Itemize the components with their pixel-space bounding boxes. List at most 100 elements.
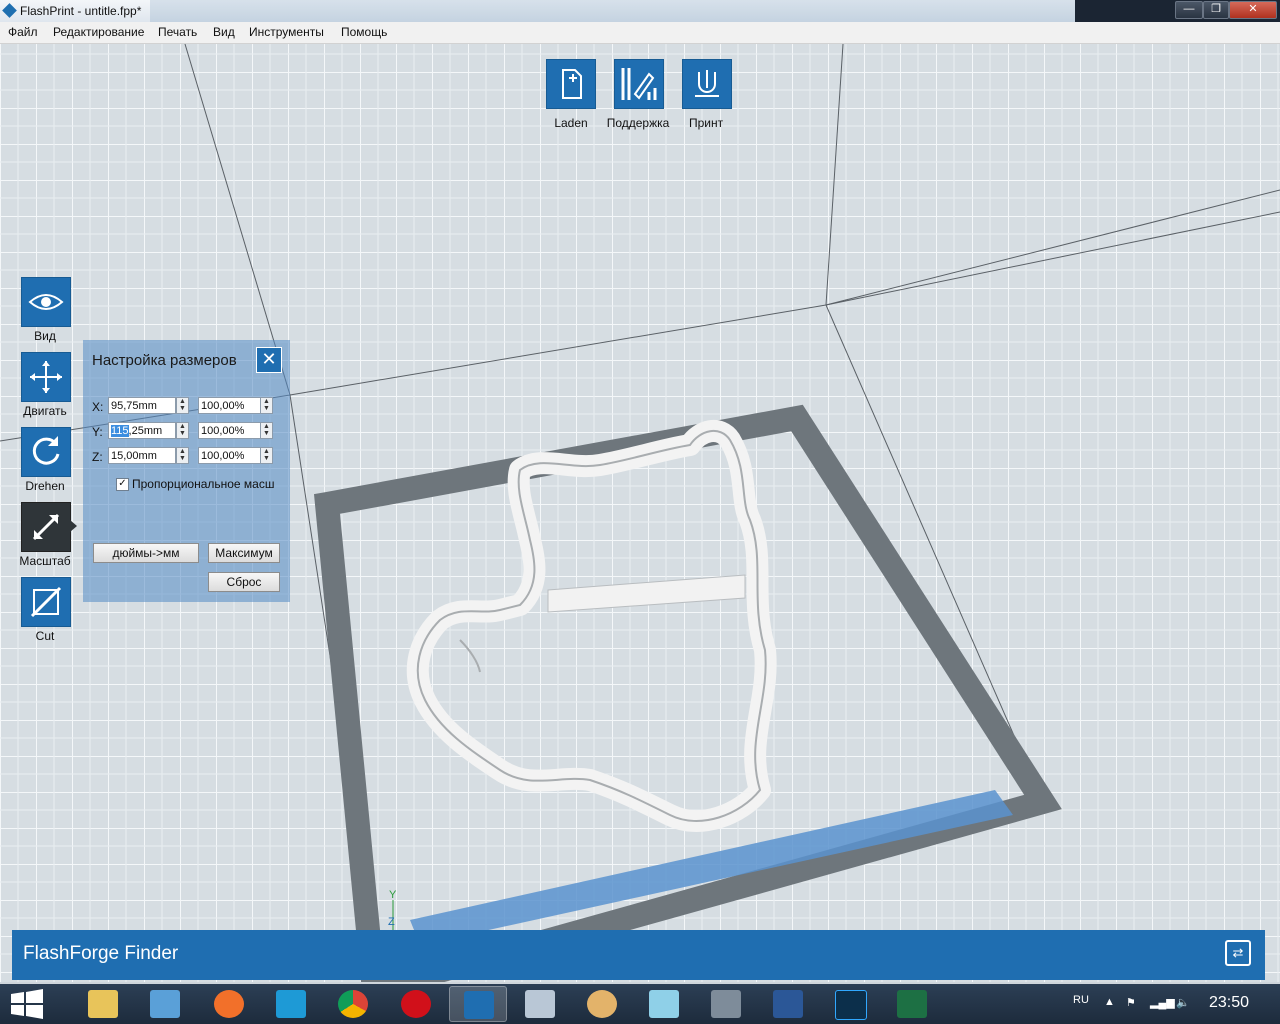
scale-dialog-title: Настройка размеров [92, 352, 237, 369]
axis-x-label: X: [92, 400, 104, 414]
cut-tool-button[interactable] [21, 577, 71, 627]
minimize-button[interactable]: — [1175, 1, 1203, 19]
notepad-icon [649, 990, 679, 1018]
rotate-icon [32, 436, 60, 465]
menu-edit[interactable]: Редактирование [53, 25, 144, 39]
size-z-field[interactable]: 15,00mm [108, 447, 176, 464]
load-button[interactable] [546, 59, 596, 109]
taskbar-file-explorer[interactable] [74, 986, 132, 1022]
percent-x-stepper[interactable]: ▲ ▼ [260, 397, 273, 414]
eye-icon [28, 294, 64, 310]
close-icon: ✕ [261, 349, 277, 369]
taskbar-origin[interactable] [200, 986, 258, 1022]
printer-status-bar: FlashForge Finder ⇄ [12, 930, 1265, 980]
flashprint-icon [464, 991, 494, 1019]
taskbar-opera[interactable] [387, 986, 445, 1022]
taskbar-chrome[interactable] [324, 986, 382, 1022]
view-tool-button[interactable] [21, 277, 71, 327]
flashprint-app-icon [2, 3, 17, 18]
language-indicator[interactable]: RU [1073, 994, 1089, 1006]
percent-z-stepper[interactable]: ▲ ▼ [260, 447, 273, 464]
close-button[interactable]: ✕ [1229, 1, 1277, 19]
menu-bar: Файл Редактирование Печать Вид Инструмен… [0, 22, 1280, 44]
axis-z-label: Z [388, 916, 395, 928]
print-label: Принт [688, 116, 724, 130]
reset-button[interactable]: Сброс [208, 572, 280, 592]
axis-y-label: Y [389, 889, 397, 901]
media-player-icon [150, 990, 180, 1018]
axis-y-row-label: Y: [92, 425, 103, 439]
taskbar-media-player[interactable] [136, 986, 194, 1022]
taskbar-remote-desktop[interactable] [697, 986, 755, 1022]
percent-y-stepper[interactable]: ▲ ▼ [260, 422, 273, 439]
taskbar-excel[interactable] [883, 986, 941, 1022]
size-y-field[interactable]: 115,25mm [108, 422, 176, 439]
support-icon [621, 68, 657, 100]
active-tool-pointer-icon [70, 520, 77, 532]
taskbar-word[interactable] [759, 986, 817, 1022]
size-y-selection: 115 [111, 425, 129, 437]
taskbar-notepad[interactable] [635, 986, 693, 1022]
menu-file[interactable]: Файл [8, 25, 38, 39]
chrome-icon [338, 990, 368, 1018]
menu-tools[interactable]: Инструменты [249, 25, 324, 39]
taskbar-photoshop[interactable] [821, 986, 879, 1022]
show-hidden-icons-icon[interactable]: ▲ [1104, 996, 1115, 1008]
scale-dialog: Настройка размеров ✕ X: 95,75mm ▲ ▼ 100,0… [83, 340, 290, 602]
print-icon [695, 70, 719, 97]
scale-icon [32, 513, 60, 541]
taskbar-ccleaner[interactable] [262, 986, 320, 1022]
taskbar-calculator[interactable] [511, 986, 569, 1022]
volume-icon[interactable]: 🔈 [1176, 996, 1190, 1009]
photoshop-icon [835, 990, 867, 1020]
size-y-stepper[interactable]: ▲ ▼ [176, 422, 189, 439]
size-y-rest: ,25mm [128, 425, 163, 437]
axis-z-row-label: Z: [92, 450, 103, 464]
network-signal-icon[interactable]: ▂▄▆ [1150, 996, 1175, 1009]
connect-printer-icon[interactable]: ⇄ [1225, 940, 1251, 966]
percent-x-field[interactable]: 100,00% [198, 397, 261, 414]
size-x-field[interactable]: 95,75mm [108, 397, 176, 414]
ccleaner-icon [276, 990, 306, 1018]
maximum-button[interactable]: Максимум [208, 543, 280, 563]
move-tool-button[interactable] [21, 352, 71, 402]
printer-name: FlashForge Finder [23, 943, 179, 964]
maximize-button[interactable]: ❐ [1203, 1, 1229, 19]
rotate-tool-label: Drehen [25, 479, 65, 493]
proportional-checkbox[interactable]: ✓ [116, 478, 129, 491]
percent-z-field[interactable]: 100,00% [198, 447, 261, 464]
window-title: FlashPrint - untitle.fpp* [20, 4, 142, 18]
background-windows-strip [150, 0, 1075, 22]
menu-print[interactable]: Печать [158, 25, 197, 39]
print-button[interactable] [682, 59, 732, 109]
taskbar-clock[interactable]: 23:50 [1209, 994, 1249, 1012]
view-tool-label: Вид [34, 329, 56, 343]
calculator-icon [525, 990, 555, 1018]
size-x-stepper[interactable]: ▲ ▼ [176, 397, 189, 414]
scale-tool-button[interactable] [21, 502, 71, 552]
window-titlebar: FlashPrint - untitle.fpp* — ❐ ✕ [0, 0, 1280, 23]
start-button-windows-icon[interactable] [7, 988, 47, 1020]
inch-to-mm-button[interactable]: дюймы->мм [93, 543, 199, 563]
proportional-label: Пропорциональное масш [132, 477, 275, 491]
word-icon [773, 990, 803, 1018]
menu-help[interactable]: Помощь [341, 25, 387, 39]
support-button[interactable] [614, 59, 664, 109]
taskbar-paint[interactable] [573, 986, 631, 1022]
menu-view[interactable]: Вид [213, 25, 235, 39]
scale-dialog-close-button[interactable]: ✕ [256, 347, 282, 373]
cut-tool-label: Cut [35, 629, 55, 643]
move-arrows-icon [30, 361, 62, 393]
move-tool-label: Двигать [23, 404, 67, 418]
excel-icon [897, 990, 927, 1018]
taskbar-flashprint[interactable] [449, 986, 507, 1022]
cut-icon [30, 586, 62, 618]
action-center-flag-icon[interactable]: ⚑ [1126, 996, 1136, 1009]
load-file-icon [562, 69, 582, 99]
percent-y-field[interactable]: 100,00% [198, 422, 261, 439]
size-z-stepper[interactable]: ▲ ▼ [176, 447, 189, 464]
scale-tool-label: Масштаб [19, 554, 71, 568]
folder-icon [88, 990, 118, 1018]
remote-desktop-icon [711, 990, 741, 1018]
rotate-tool-button[interactable] [21, 427, 71, 477]
